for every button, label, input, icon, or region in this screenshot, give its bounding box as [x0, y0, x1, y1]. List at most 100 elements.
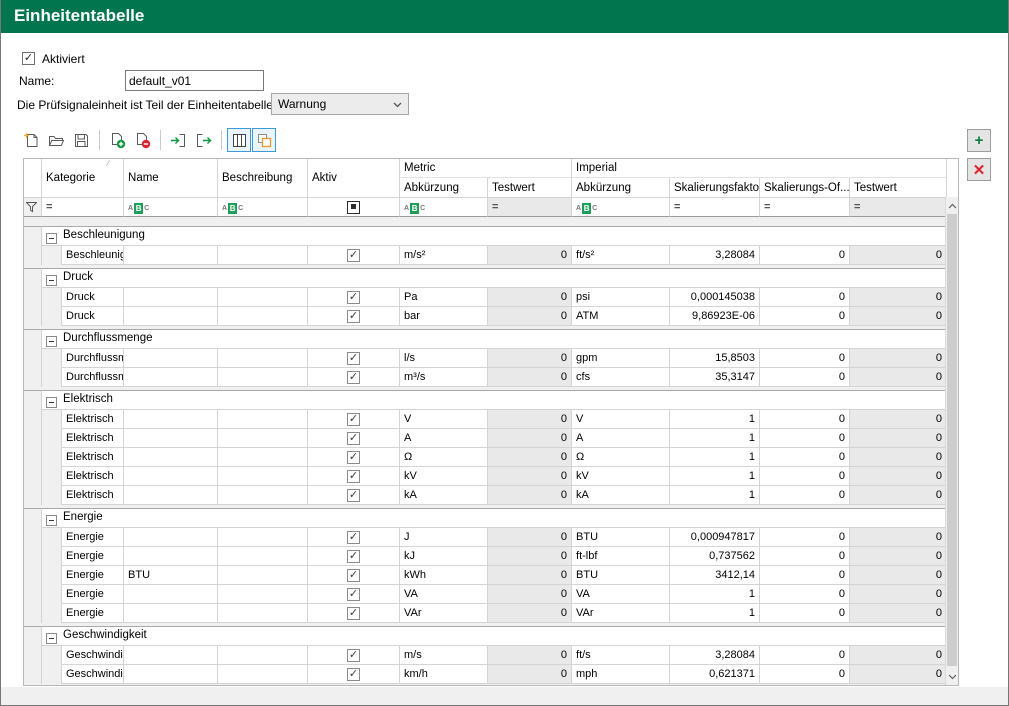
cell-metric-abkuerzung[interactable]: km/h: [400, 665, 488, 684]
cell-imperial-abkuerzung[interactable]: cfs: [572, 368, 670, 387]
aktiv-checkbox[interactable]: ✓: [347, 451, 360, 464]
aktiv-checkbox[interactable]: ✓: [347, 588, 360, 601]
cell-imperial-abkuerzung[interactable]: kV: [572, 467, 670, 486]
cell-skalierungs-offset[interactable]: 0: [760, 528, 850, 547]
cell-name[interactable]: [124, 486, 218, 505]
cell-beschreibung[interactable]: [218, 566, 308, 585]
cell-beschreibung[interactable]: [218, 646, 308, 665]
group-row[interactable]: Druck: [42, 268, 947, 288]
group-row[interactable]: Elektrisch: [42, 390, 947, 410]
cell-kategorie[interactable]: Geschwindig...: [62, 646, 124, 665]
cell-skalierungs-offset[interactable]: 0: [760, 448, 850, 467]
scrollbar-thumb[interactable]: [947, 214, 957, 666]
cell-kategorie[interactable]: Durchflussm...: [62, 349, 124, 368]
cell-name[interactable]: [124, 528, 218, 547]
cell-kategorie[interactable]: Beschleunig...: [62, 246, 124, 265]
aktiv-checkbox[interactable]: ✓: [347, 432, 360, 445]
pruefsignal-dropdown[interactable]: Warnung: [271, 93, 409, 115]
cell-metric-testwert[interactable]: 0: [488, 288, 572, 307]
cell-imperial-testwert[interactable]: 0: [850, 528, 947, 547]
scroll-up-arrow[interactable]: [946, 198, 958, 213]
cell-skalierungsfaktor[interactable]: 3,28084: [670, 646, 760, 665]
cell-beschreibung[interactable]: [218, 528, 308, 547]
cell-beschreibung[interactable]: [218, 585, 308, 604]
cell-metric-abkuerzung[interactable]: kV: [400, 467, 488, 486]
aktiv-checkbox[interactable]: ✓: [347, 569, 360, 582]
cell-aktiv[interactable]: ✓: [308, 604, 400, 623]
cell-imperial-abkuerzung[interactable]: mph: [572, 665, 670, 684]
cell-skalierungs-offset[interactable]: 0: [760, 429, 850, 448]
cell-skalierungs-offset[interactable]: 0: [760, 349, 850, 368]
cell-beschreibung[interactable]: [218, 288, 308, 307]
cell-skalierungsfaktor[interactable]: 15,8503: [670, 349, 760, 368]
aktiv-checkbox[interactable]: ✓: [347, 531, 360, 544]
delete-row-button[interactable]: [130, 128, 154, 152]
cell-metric-abkuerzung[interactable]: m³/s: [400, 368, 488, 387]
cell-beschreibung[interactable]: [218, 307, 308, 326]
cell-skalierungsfaktor[interactable]: 1: [670, 486, 760, 505]
cell-imperial-abkuerzung[interactable]: psi: [572, 288, 670, 307]
collapse-icon[interactable]: [46, 275, 57, 286]
import-button[interactable]: [166, 128, 190, 152]
cell-imperial-testwert[interactable]: 0: [850, 307, 947, 326]
cell-imperial-testwert[interactable]: 0: [850, 429, 947, 448]
group-row[interactable]: Durchflussmenge: [42, 329, 947, 349]
open-button[interactable]: [44, 128, 68, 152]
column-header-skalierungs-offset[interactable]: Skalierungs-Of...: [760, 178, 850, 197]
cell-imperial-testwert[interactable]: 0: [850, 288, 947, 307]
cell-skalierungs-offset[interactable]: 0: [760, 368, 850, 387]
aktiv-checkbox[interactable]: ✓: [347, 291, 360, 304]
cell-skalierungsfaktor[interactable]: 1: [670, 429, 760, 448]
cell-aktiv[interactable]: ✓: [308, 288, 400, 307]
aktiv-checkbox[interactable]: ✓: [347, 310, 360, 323]
aktiv-checkbox[interactable]: ✓: [347, 413, 360, 426]
cell-skalierungs-offset[interactable]: 0: [760, 288, 850, 307]
cell-metric-abkuerzung[interactable]: l/s: [400, 349, 488, 368]
filter-cell-metric-testwert[interactable]: =: [488, 197, 572, 217]
cell-imperial-testwert[interactable]: 0: [850, 604, 947, 623]
cell-skalierungs-offset[interactable]: 0: [760, 547, 850, 566]
cell-kategorie[interactable]: Energie: [62, 547, 124, 566]
cell-metric-testwert[interactable]: 0: [488, 410, 572, 429]
cell-name[interactable]: [124, 585, 218, 604]
cell-kategorie[interactable]: Elektrisch: [62, 448, 124, 467]
aktiviert-checkbox[interactable]: ✓: [22, 52, 35, 65]
cell-kategorie[interactable]: Durchflussm...: [62, 368, 124, 387]
cell-imperial-testwert[interactable]: 0: [850, 547, 947, 566]
scroll-down-arrow[interactable]: [946, 669, 958, 684]
cell-beschreibung[interactable]: [218, 410, 308, 429]
filter-cell-aktiv[interactable]: [308, 197, 400, 217]
cell-aktiv[interactable]: ✓: [308, 368, 400, 387]
cell-imperial-abkuerzung[interactable]: ft-lbf: [572, 547, 670, 566]
group-row[interactable]: Beschleunigung: [42, 226, 947, 246]
column-header-imperial-abkuerzung[interactable]: Abkürzung: [572, 178, 670, 197]
cell-beschreibung[interactable]: [218, 604, 308, 623]
cell-metric-testwert[interactable]: 0: [488, 604, 572, 623]
column-chooser-button[interactable]: [227, 128, 251, 152]
cell-metric-abkuerzung[interactable]: A: [400, 429, 488, 448]
cell-metric-testwert[interactable]: 0: [488, 246, 572, 265]
column-header-skalierungsfaktor[interactable]: Skalierungsfaktor: [670, 178, 760, 197]
cell-skalierungs-offset[interactable]: 0: [760, 410, 850, 429]
cell-skalierungsfaktor[interactable]: 35,3147: [670, 368, 760, 387]
cell-metric-testwert[interactable]: 0: [488, 307, 572, 326]
cell-metric-abkuerzung[interactable]: Ω: [400, 448, 488, 467]
cell-name[interactable]: [124, 665, 218, 684]
cell-imperial-testwert[interactable]: 0: [850, 646, 947, 665]
cell-beschreibung[interactable]: [218, 246, 308, 265]
cell-beschreibung[interactable]: [218, 547, 308, 566]
add-row-button[interactable]: [105, 128, 129, 152]
cell-skalierungs-offset[interactable]: 0: [760, 246, 850, 265]
cell-kategorie[interactable]: Energie: [62, 604, 124, 623]
cell-skalierungs-offset[interactable]: 0: [760, 486, 850, 505]
cell-skalierungsfaktor[interactable]: 1: [670, 467, 760, 486]
cell-beschreibung[interactable]: [218, 429, 308, 448]
cell-imperial-abkuerzung[interactable]: V: [572, 410, 670, 429]
cell-metric-abkuerzung[interactable]: m/s: [400, 646, 488, 665]
cell-skalierungs-offset[interactable]: 0: [760, 307, 850, 326]
name-input[interactable]: [125, 70, 264, 91]
cell-imperial-testwert[interactable]: 0: [850, 410, 947, 429]
cell-metric-testwert[interactable]: 0: [488, 566, 572, 585]
cell-name[interactable]: [124, 429, 218, 448]
cell-name[interactable]: [124, 448, 218, 467]
